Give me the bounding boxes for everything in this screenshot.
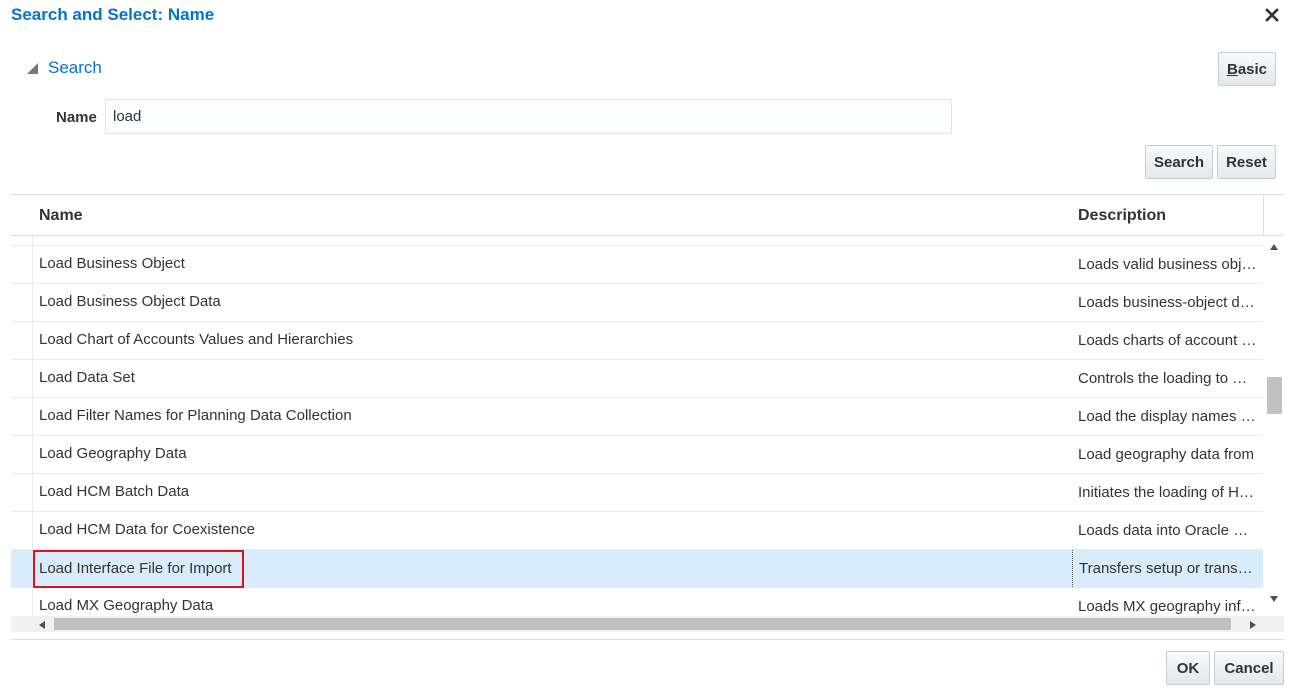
vertical-scrollbar[interactable] bbox=[1264, 236, 1284, 616]
reset-button[interactable]: Reset bbox=[1217, 145, 1276, 179]
description-cell: Loads MX geography information bbox=[1078, 598, 1263, 615]
hscroll-left-stub bbox=[11, 616, 33, 632]
table-row[interactable]: Load Business Object Data Loads business… bbox=[11, 284, 1263, 322]
table-row[interactable]: Load HCM Batch Data Initiates the loadin… bbox=[11, 474, 1263, 512]
name-cell: Load Business Object Data bbox=[39, 293, 221, 310]
vertical-scroll-thumb[interactable] bbox=[1267, 377, 1282, 415]
row-selector-cell[interactable] bbox=[11, 322, 33, 359]
name-cell-highlighted: Load Interface File for Import bbox=[33, 550, 244, 588]
footer-divider bbox=[11, 639, 1284, 640]
name-cell: Load Geography Data bbox=[39, 445, 187, 462]
search-header-label: Search bbox=[48, 58, 102, 77]
close-icon[interactable] bbox=[1263, 6, 1281, 24]
column-header-description[interactable]: Description bbox=[1078, 207, 1166, 225]
description-cell: Transfers setup or transaction bbox=[1072, 550, 1263, 587]
name-input[interactable] bbox=[105, 99, 952, 134]
row-selector-cell[interactable] bbox=[11, 360, 33, 397]
table-header: Name Description bbox=[11, 195, 1263, 236]
header-scroll-spacer bbox=[1263, 195, 1284, 236]
scroll-left-arrow-icon[interactable] bbox=[38, 620, 46, 630]
table-row[interactable]: Load Business Object Loads valid busines… bbox=[11, 246, 1263, 284]
row-selector-cell[interactable] bbox=[11, 512, 33, 549]
table-row-partial bbox=[11, 236, 1263, 246]
name-cell: Load HCM Batch Data bbox=[39, 483, 190, 500]
name-cell: Load Chart of Accounts Values and Hierar… bbox=[39, 331, 354, 348]
triangle-down-icon bbox=[27, 63, 38, 74]
table-row[interactable]: Load Geography Data Load geography data … bbox=[11, 436, 1263, 474]
name-cell: Load MX Geography Data bbox=[39, 597, 214, 614]
description-cell: Initiates the loading of HCM bbox=[1078, 484, 1263, 501]
horizontal-scrollbar[interactable] bbox=[33, 616, 1263, 632]
search-disclosure[interactable]: Search bbox=[25, 58, 102, 78]
search-button[interactable]: Search bbox=[1145, 145, 1213, 179]
row-selector-cell[interactable] bbox=[11, 588, 33, 616]
row-selector-cell[interactable] bbox=[11, 436, 33, 473]
basic-button-accesskey: B bbox=[1226, 60, 1238, 78]
basic-button[interactable]: Basic bbox=[1218, 52, 1276, 86]
scroll-right-arrow-icon[interactable] bbox=[1249, 620, 1257, 630]
table-row[interactable]: Load MX Geography Data Loads MX geograph… bbox=[11, 588, 1263, 616]
row-selector-cell[interactable] bbox=[11, 246, 33, 283]
table-row[interactable]: Load Data Set Controls the loading to Or… bbox=[11, 360, 1263, 398]
column-header-name[interactable]: Name bbox=[39, 207, 83, 225]
scroll-down-arrow-icon[interactable] bbox=[1269, 595, 1279, 603]
scroll-up-arrow-icon[interactable] bbox=[1269, 243, 1279, 251]
description-cell: Load geography data from bbox=[1078, 446, 1254, 463]
row-selector-cell[interactable] bbox=[11, 398, 33, 435]
name-cell: Load Filter Names for Planning Data Coll… bbox=[39, 407, 352, 424]
scroll-corner bbox=[1263, 616, 1284, 632]
row-selector-cell[interactable] bbox=[11, 474, 33, 511]
name-cell: Load HCM Data for Coexistence bbox=[39, 521, 255, 538]
name-cell: Load Business Object bbox=[39, 255, 185, 272]
horizontal-scroll-thumb[interactable] bbox=[54, 618, 1231, 630]
results-table-body: Load Business Object Loads valid busines… bbox=[11, 236, 1263, 616]
description-cell: Load the display names for bbox=[1078, 408, 1259, 425]
description-cell: Loads valid business objects bbox=[1078, 256, 1263, 273]
table-row[interactable]: Load HCM Data for Coexistence Loads data… bbox=[11, 512, 1263, 550]
table-row-selected[interactable]: Load Interface File for Import Transfers… bbox=[11, 550, 1263, 588]
description-cell: Loads data into Oracle Fusion bbox=[1078, 522, 1263, 539]
row-selector-cell bbox=[11, 236, 33, 245]
table-row[interactable]: Load Chart of Accounts Values and Hierar… bbox=[11, 322, 1263, 360]
row-selector-cell[interactable] bbox=[11, 284, 33, 321]
name-cell: Load Data Set bbox=[39, 369, 135, 386]
name-label: Name bbox=[56, 109, 97, 126]
row-selector-cell[interactable] bbox=[11, 550, 33, 587]
description-cell: Loads charts of account values bbox=[1078, 332, 1263, 349]
description-cell: Controls the loading to Oracle bbox=[1078, 370, 1263, 387]
table-row[interactable]: Load Filter Names for Planning Data Coll… bbox=[11, 398, 1263, 436]
dialog-title: Search and Select: Name bbox=[11, 5, 215, 24]
cancel-button[interactable]: Cancel bbox=[1214, 651, 1284, 685]
basic-button-label: asic bbox=[1237, 60, 1268, 78]
description-cell: Loads business-object data bbox=[1078, 294, 1261, 311]
ok-button[interactable]: OK bbox=[1166, 651, 1210, 685]
